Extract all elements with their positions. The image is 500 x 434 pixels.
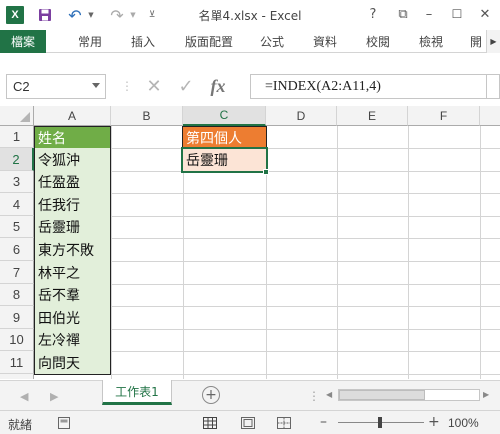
formula-input[interactable]: =INDEX(A2:A11,4) [250,74,486,99]
sheet-next-icon[interactable]: ▶ [50,390,58,403]
cell-c2[interactable]: 岳靈珊 [182,148,267,172]
fill-handle[interactable] [263,169,269,175]
zoom-in-icon[interactable]: + [428,414,440,430]
zoom-out-icon[interactable]: – [320,414,327,430]
tab-review[interactable]: 校閱 [360,30,396,53]
cell-a4[interactable]: 任我行 [34,193,111,217]
cell-a5[interactable]: 岳靈珊 [34,216,111,239]
gridline [408,126,409,379]
gridline [111,126,112,379]
tab-file[interactable]: 檔案 [0,30,46,53]
name-box-value: C2 [13,79,30,94]
zoom-slider[interactable] [338,417,424,428]
row-header-1[interactable]: 1 [0,126,34,148]
formula-bar-expand[interactable] [486,74,500,99]
status-bar: 就緒 – + 100% [0,410,500,434]
zoom-slider-thumb[interactable] [378,417,382,428]
chevron-down-icon[interactable] [92,83,100,88]
row-header-4[interactable]: 4 [0,193,34,216]
page-layout-view-icon[interactable] [240,415,256,430]
record-macro-icon[interactable] [56,415,72,430]
normal-view-icon[interactable] [202,415,218,430]
row-header-9[interactable]: 9 [0,306,34,329]
zoom-level[interactable]: 100% [448,416,479,430]
title-bar: X ↶ ▼ ↷ ▼ ⊻ 名單4.xlsx - Excel ? ⧉ – ☐ ✕ [0,0,500,30]
column-header-c[interactable]: C [183,106,266,126]
minimize-button[interactable]: – [418,4,440,24]
close-button[interactable]: ✕ [474,4,496,24]
formula-bar-grip-icon: ⋮ [121,79,133,93]
tab-page-layout[interactable]: 版面配置 [178,30,240,53]
ribbon-display-options-icon[interactable]: ⧉ [392,4,414,24]
gridline [337,126,338,379]
formula-text: =INDEX(A2:A11,4) [265,79,381,94]
page-break-preview-icon[interactable] [276,415,292,430]
row-header-7[interactable]: 7 [0,261,34,284]
column-header-e[interactable]: E [337,106,408,126]
cell-a3[interactable]: 任盈盈 [34,171,111,194]
tab-developer[interactable]: 開 [466,30,486,53]
help-button[interactable]: ? [362,4,384,24]
insert-function-icon[interactable]: fx [202,74,234,99]
cell-a6[interactable]: 東方不敗 [34,238,111,262]
tab-data[interactable]: 資料 [307,30,343,53]
cell-a7[interactable]: 林平之 [34,261,111,285]
row-header-8[interactable]: 8 [0,284,34,306]
row-header-3[interactable]: 3 [0,171,34,193]
row-header-12[interactable]: 12 [0,374,34,379]
tab-view[interactable]: 檢視 [413,30,449,53]
cell-a1[interactable]: 姓名 [34,126,111,149]
add-sheet-icon[interactable]: + [202,386,220,404]
horizontal-scrollbar[interactable]: ◀ ▶ [326,387,492,403]
column-header-a[interactable]: A [34,106,111,126]
select-all-button[interactable] [0,106,34,126]
row-header-10[interactable]: 10 [0,329,34,351]
column-header-f[interactable]: F [408,106,480,126]
cancel-icon[interactable]: ✕ [138,74,170,99]
cell-a8[interactable]: 岳不羣 [34,284,111,307]
cell-a10[interactable]: 左冷禪 [34,329,111,352]
tab-formulas[interactable]: 公式 [254,30,290,53]
scroll-left-icon[interactable]: ◀ [326,390,332,399]
sheet-prev-icon[interactable]: ◀ [20,390,28,403]
enter-icon[interactable]: ✓ [170,74,202,99]
row-header-6[interactable]: 6 [0,238,34,261]
cell-a9[interactable]: 田伯光 [34,306,111,330]
gridline [480,126,481,379]
sheet-tab-1[interactable]: 工作表1 [102,380,172,405]
name-box[interactable]: C2 [6,74,106,99]
spreadsheet-grid: A B C D E F 1 2 3 4 5 6 7 8 9 10 11 12 姓… [0,106,500,379]
tab-insert[interactable]: 插入 [125,30,161,53]
column-header-b[interactable]: B [111,106,183,126]
column-header-d[interactable]: D [266,106,337,126]
ribbon-tabs: 檔案 常用 插入 版面配置 公式 資料 校閱 檢視 開 ▶ [0,30,500,53]
cell-a2[interactable]: 令狐沖 [34,148,111,172]
cell-a11[interactable]: 向問天 [34,351,111,375]
tab-split-handle-icon[interactable]: ⋮ [308,389,320,403]
maximize-button[interactable]: ☐ [446,4,468,24]
sheet-tab-bar: ◀ ▶ 工作表1 + ⋮ ◀ ▶ [0,380,500,410]
scroll-right-icon[interactable]: ▶ [483,390,489,399]
column-header-g[interactable] [480,106,500,126]
ribbon-spacer [0,53,500,71]
tab-home[interactable]: 常用 [72,30,108,53]
row-header-2[interactable]: 2 [0,148,34,171]
scroll-track[interactable] [338,389,480,401]
formula-bar: C2 ⋮ ✕ ✓ fx =INDEX(A2:A11,4) [0,71,500,103]
cell-c1[interactable]: 第四個人 [182,126,267,149]
status-ready: 就緒 [8,418,33,432]
ribbon-scroll-icon[interactable]: ▶ [486,30,500,53]
row-header-11[interactable]: 11 [0,351,34,374]
row-header-5[interactable]: 5 [0,216,34,238]
scroll-thumb[interactable] [339,390,425,400]
